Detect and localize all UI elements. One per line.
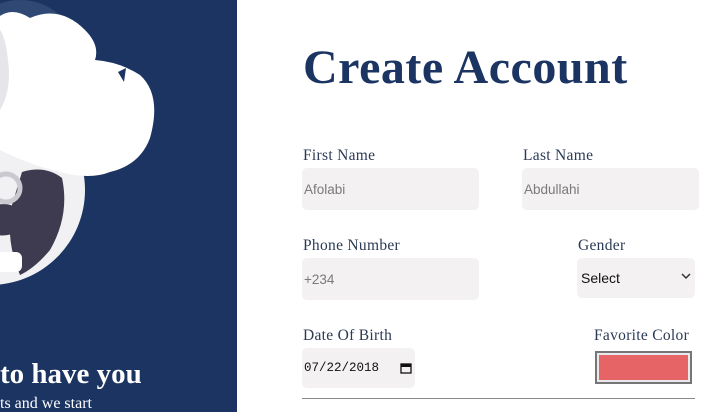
page-title: Create Account: [303, 41, 628, 94]
phone-number-label: Phone Number: [303, 237, 401, 254]
favorite-color-fill: [599, 355, 688, 380]
form-divider: [302, 398, 695, 399]
first-name-field[interactable]: [302, 168, 479, 210]
left-panel: to have you ts and we start: [0, 0, 237, 412]
welcome-subtext: ts and we start: [0, 395, 92, 412]
favorite-color-label: Favorite Color: [594, 327, 690, 344]
date-of-birth-field[interactable]: 07/22/2018: [302, 348, 415, 388]
last-name-label: Last Name: [523, 147, 594, 164]
welcome-heading: to have you: [0, 358, 142, 390]
chevron-down-icon: [681, 273, 691, 280]
collar-shape: [0, 252, 22, 272]
gender-selected-value: Select: [581, 270, 620, 286]
favorite-color-picker[interactable]: [595, 351, 692, 384]
first-name-label: First Name: [303, 147, 376, 164]
gender-select[interactable]: Select: [577, 258, 695, 298]
gender-label: Gender: [578, 237, 626, 254]
date-of-birth-value: 07/22/2018: [304, 361, 380, 375]
chef-illustration: [0, 0, 155, 285]
last-name-field[interactable]: [522, 168, 699, 210]
calendar-icon[interactable]: [400, 362, 412, 374]
chef-hat-shape: [0, 12, 155, 176]
date-of-birth-label: Date Of Birth: [303, 327, 393, 344]
phone-number-field[interactable]: [302, 258, 479, 300]
